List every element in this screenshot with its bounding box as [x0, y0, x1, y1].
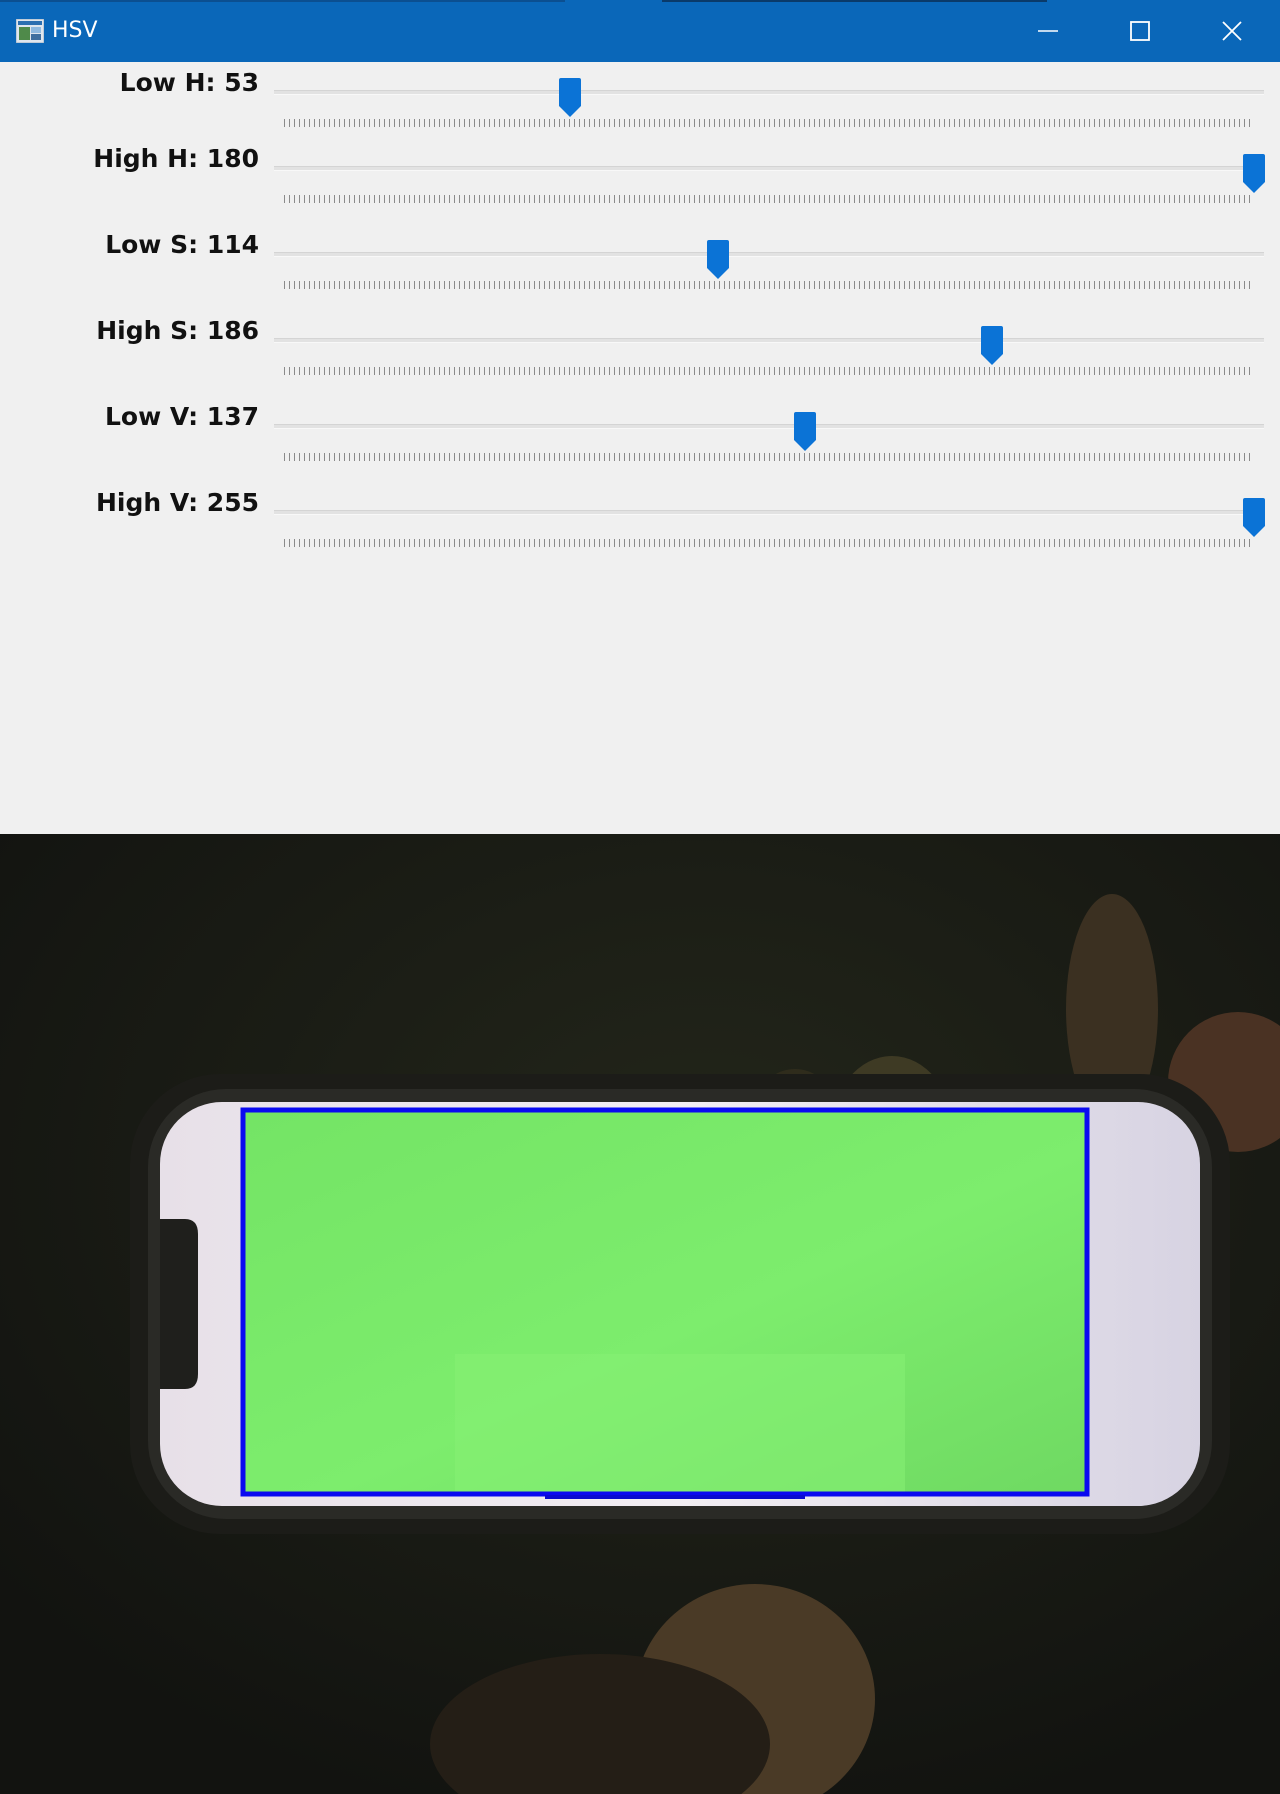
slider-ticks [284, 281, 1254, 289]
title-bar: HSV [0, 0, 1280, 62]
trackbar-high-v: High V: 255 [0, 488, 1280, 558]
slider-thumb[interactable] [793, 412, 817, 452]
slider-thumb[interactable] [1242, 498, 1266, 538]
slider-track[interactable] [274, 166, 1264, 171]
title-bar-top-accent [0, 0, 565, 2]
slider-ticks [284, 367, 1254, 375]
camera-frame [0, 834, 1280, 1794]
trackbar-panel: Low H: 53 High H: 180 Low S: 114 High S:… [0, 62, 1280, 834]
trackbar-label: High S: 186 [96, 316, 259, 345]
slider-thumb[interactable] [1242, 154, 1266, 194]
maximize-button[interactable] [1094, 0, 1186, 62]
maximize-icon [1130, 21, 1150, 41]
slider-track[interactable] [274, 510, 1264, 515]
slider-track[interactable] [274, 338, 1264, 343]
trackbar-label: High H: 180 [93, 144, 259, 173]
slider-thumb[interactable] [558, 78, 582, 118]
title-bar-top-accent-dark [662, 0, 1047, 2]
phone-bottom-bar [545, 1495, 805, 1499]
trackbar-label: High V: 255 [95, 488, 259, 517]
trackbar-label: Low S: 114 [105, 230, 259, 259]
opencv-window-icon [15, 18, 45, 44]
slider-track[interactable] [274, 90, 1264, 95]
window-title: HSV [52, 18, 98, 43]
trackbar-low-v: Low V: 137 [0, 402, 1280, 472]
slider-track[interactable] [274, 424, 1264, 429]
green-display-highlight [455, 1354, 905, 1494]
trackbar-label: Low H: 53 [119, 68, 259, 97]
slider-ticks [284, 119, 1254, 127]
trackbar-label: Low V: 137 [104, 402, 259, 431]
camera-frame-view [0, 834, 1280, 1794]
trackbar-high-s: High S: 186 [0, 316, 1280, 386]
slider-thumb[interactable] [980, 326, 1004, 366]
close-button[interactable] [1186, 0, 1278, 62]
minimize-icon [1038, 30, 1058, 32]
slider-thumb[interactable] [706, 240, 730, 280]
slider-ticks [284, 539, 1254, 547]
slider-track[interactable] [274, 252, 1264, 257]
trackbar-low-s: Low S: 114 [0, 230, 1280, 300]
slider-ticks [284, 453, 1254, 461]
trackbar-high-h: High H: 180 [0, 144, 1280, 214]
minimize-button[interactable] [1002, 0, 1094, 62]
close-icon [1222, 21, 1242, 41]
slider-ticks [284, 195, 1254, 203]
phone-notch [160, 1219, 198, 1389]
trackbar-low-h: Low H: 53 [0, 68, 1280, 138]
